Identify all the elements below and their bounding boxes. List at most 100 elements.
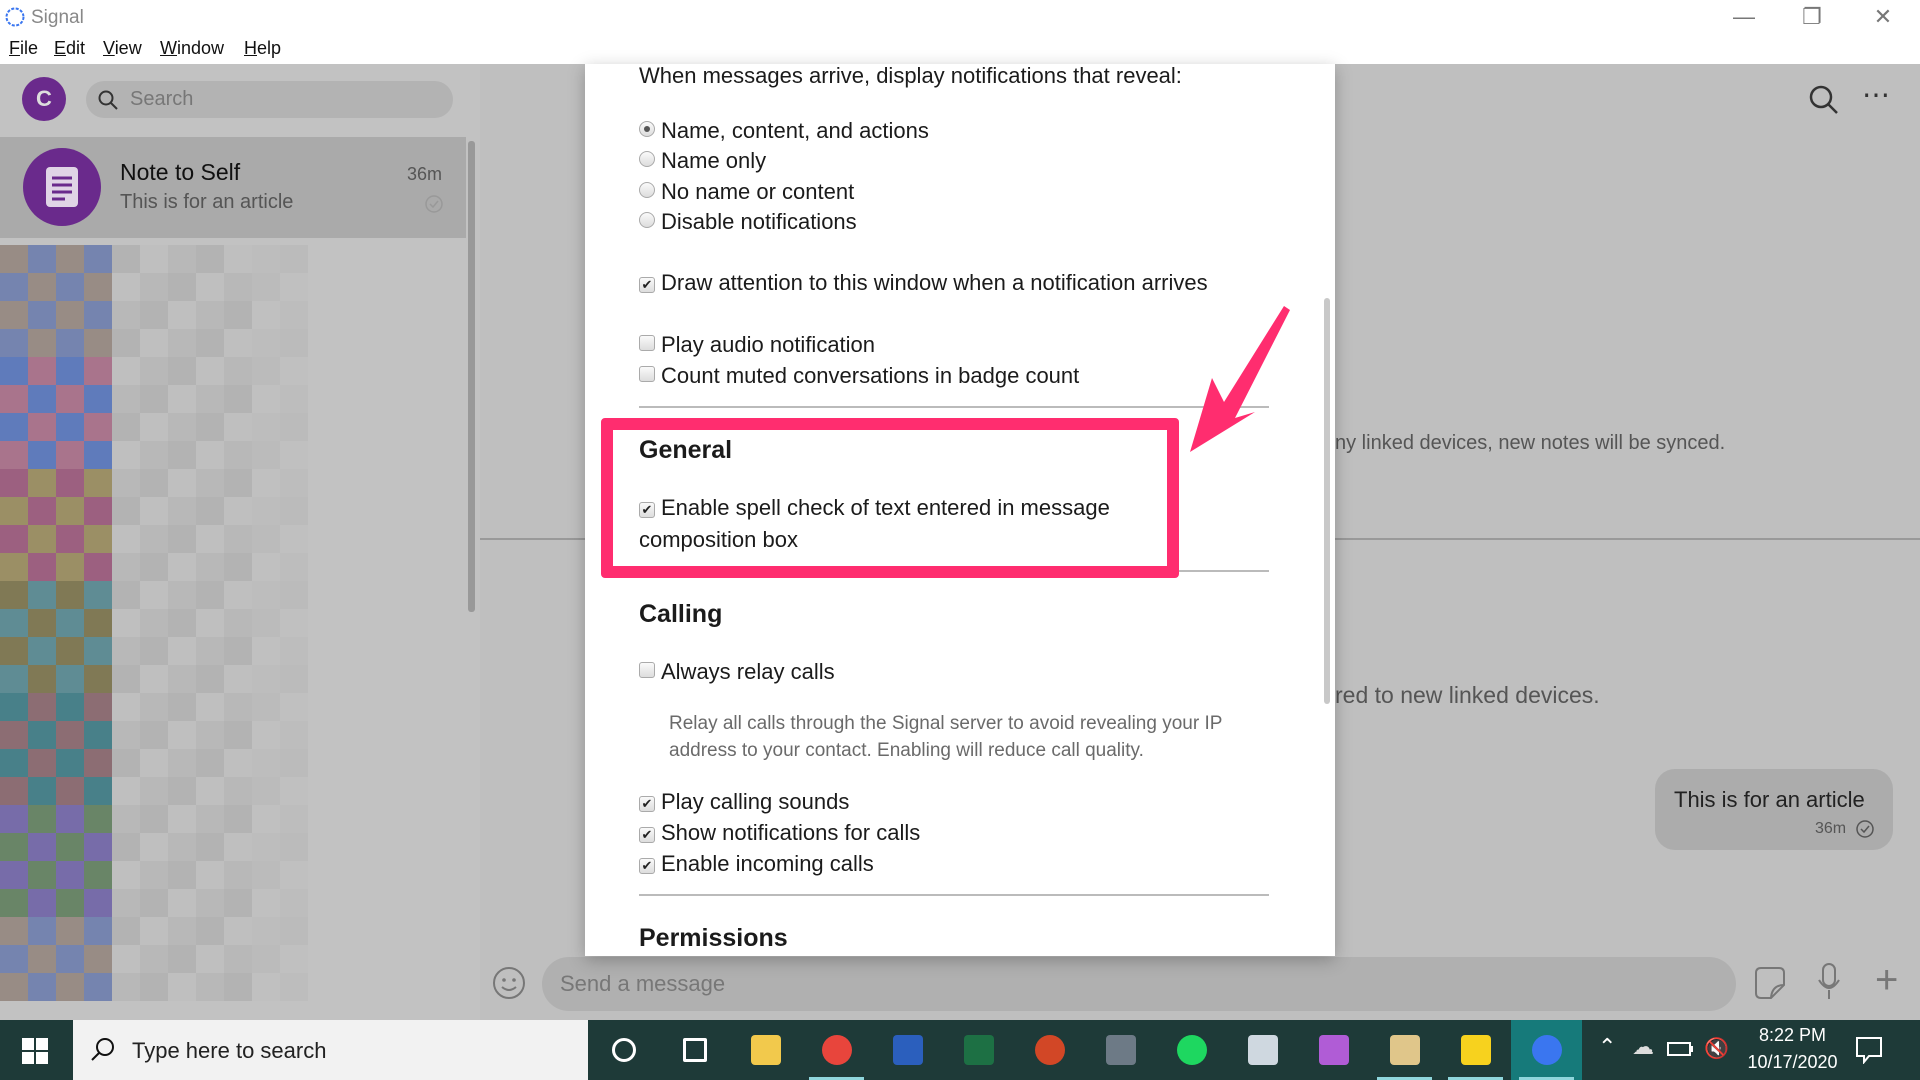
menu-file[interactable]: File: [9, 38, 38, 59]
blurred-pixel: [252, 777, 280, 805]
search-input[interactable]: Search: [86, 81, 453, 118]
blurred-pixel: [0, 917, 28, 945]
clock-date[interactable]: 10/17/2020: [1740, 1052, 1845, 1073]
minimize-button[interactable]: —: [1724, 4, 1764, 30]
checkbox-play-audio[interactable]: Play audio notification: [639, 332, 875, 358]
cortana-icon: [611, 1038, 636, 1062]
blurred-pixel: [224, 693, 252, 721]
checkbox-always-relay[interactable]: Always relay calls: [639, 659, 835, 685]
menu-window[interactable]: Window: [160, 38, 224, 59]
radio-button[interactable]: [639, 212, 655, 228]
word-taskbar-button[interactable]: [872, 1020, 943, 1080]
powerpoint-taskbar-button[interactable]: [1014, 1020, 1085, 1080]
blurred-pixel: [252, 665, 280, 693]
blurred-pixel: [168, 273, 196, 301]
spotify-taskbar-button[interactable]: [1156, 1020, 1227, 1080]
search-icon[interactable]: [1808, 84, 1840, 116]
blurred-pixel: [280, 413, 308, 441]
checkbox-draw-attention[interactable]: ✔ Draw attention to this window when a no…: [639, 270, 1208, 296]
blurred-pixel: [168, 777, 196, 805]
blurred-pixel: [280, 469, 308, 497]
blurred-pixel: [112, 637, 140, 665]
chrome-taskbar-button[interactable]: [801, 1020, 872, 1080]
sticky-notes-taskbar-button[interactable]: [1440, 1020, 1511, 1080]
checkbox-calling-sounds[interactable]: ✔ Play calling sounds: [639, 789, 849, 815]
blurred-pixel: [28, 469, 56, 497]
blurred-pixel: [280, 833, 308, 861]
more-options-icon[interactable]: ⋯: [1862, 78, 1891, 111]
blurred-pixel: [84, 805, 112, 833]
conversation-note-to-self[interactable]: Note to Self This is for an article 36m: [0, 137, 466, 238]
clock-time[interactable]: 8:22 PM: [1755, 1025, 1830, 1046]
taskbar-search-box[interactable]: Type here to search: [73, 1020, 588, 1080]
blurred-pixel: [140, 609, 168, 637]
file-explorer-taskbar-button[interactable]: [730, 1020, 801, 1080]
blurred-pixel: [196, 665, 224, 693]
checkbox-count-muted[interactable]: Count muted conversations in badge count: [639, 363, 1079, 389]
blurred-pixel: [0, 273, 28, 301]
radio-name-only[interactable]: Name only: [639, 148, 766, 174]
blurred-pixel: [168, 749, 196, 777]
sidebar-scrollbar[interactable]: [468, 141, 475, 612]
radio-disable-notifications[interactable]: Disable notifications: [639, 209, 857, 235]
blurred-pixel: [140, 385, 168, 413]
arrow-annotation-icon: [1190, 306, 1290, 452]
radio-button[interactable]: [639, 121, 655, 137]
checkbox-checked[interactable]: ✔: [639, 277, 655, 293]
blurred-pixel: [28, 273, 56, 301]
blurred-pixel: [28, 497, 56, 525]
blurred-pixel: [0, 245, 28, 273]
sticker-icon[interactable]: [1753, 965, 1787, 1001]
action-center-icon[interactable]: [1855, 1036, 1883, 1064]
checkbox-checked[interactable]: ✔: [639, 827, 655, 843]
close-button[interactable]: ✕: [1863, 4, 1903, 30]
message-input[interactable]: Send a message: [542, 957, 1736, 1011]
paint-taskbar-button[interactable]: [1369, 1020, 1440, 1080]
show-hidden-icons[interactable]: ⌃: [1598, 1034, 1616, 1060]
blurred-pixel: [196, 301, 224, 329]
cortana-taskbar-button[interactable]: [588, 1020, 659, 1080]
dialog-scrollbar[interactable]: [1324, 298, 1330, 704]
blurred-pixel: [252, 553, 280, 581]
checkbox-incoming-calls[interactable]: ✔ Enable incoming calls: [639, 851, 874, 877]
blurred-pixel: [196, 441, 224, 469]
microphone-icon[interactable]: [1817, 962, 1841, 1002]
app-taskbar-button[interactable]: [1227, 1020, 1298, 1080]
radio-no-name-or-content[interactable]: No name or content: [639, 179, 854, 205]
blurred-pixel: [112, 413, 140, 441]
checkbox-unchecked[interactable]: [639, 366, 655, 382]
attach-plus-icon[interactable]: +: [1875, 958, 1898, 1003]
signal-taskbar-button[interactable]: [1511, 1020, 1582, 1080]
restore-button[interactable]: ❐: [1792, 4, 1832, 30]
conversation-preview: This is for an article: [120, 191, 294, 213]
menu-help[interactable]: Help: [244, 38, 281, 59]
menu-edit[interactable]: Edit: [54, 38, 85, 59]
checkbox-checked[interactable]: ✔: [639, 796, 655, 812]
windows-start-icon[interactable]: [22, 1038, 48, 1064]
task-view-taskbar-button[interactable]: [659, 1020, 730, 1080]
blurred-pixel: [84, 861, 112, 889]
checkbox-checked[interactable]: ✔: [639, 858, 655, 874]
calculator-taskbar-button[interactable]: [1085, 1020, 1156, 1080]
relay-description: Relay all calls through the Signal serve…: [669, 710, 1289, 764]
emoji-icon[interactable]: [492, 966, 526, 1000]
radio-button[interactable]: [639, 182, 655, 198]
radio-name-content-actions[interactable]: Name, content, and actions: [639, 118, 929, 144]
volume-muted-icon[interactable]: 🔇: [1704, 1036, 1729, 1061]
checkbox-unchecked[interactable]: [639, 662, 655, 678]
blurred-pixel: [224, 357, 252, 385]
checkbox-unchecked[interactable]: [639, 335, 655, 351]
blurred-pixel: [140, 945, 168, 973]
checkbox-call-notifications[interactable]: ✔ Show notifications for calls: [639, 820, 920, 846]
blurred-pixel: [140, 973, 168, 1001]
battery-icon[interactable]: [1666, 1040, 1694, 1058]
onedrive-icon[interactable]: ☁: [1632, 1034, 1654, 1060]
excel-taskbar-button[interactable]: [943, 1020, 1014, 1080]
paint3d-taskbar-button[interactable]: [1298, 1020, 1369, 1080]
radio-button[interactable]: [639, 151, 655, 167]
menu-view[interactable]: View: [103, 38, 142, 59]
blurred-pixel: [196, 945, 224, 973]
message-bubble[interactable]: This is for an article 36m: [1655, 769, 1893, 850]
blurred-pixel: [0, 749, 28, 777]
user-avatar[interactable]: C: [22, 77, 66, 121]
